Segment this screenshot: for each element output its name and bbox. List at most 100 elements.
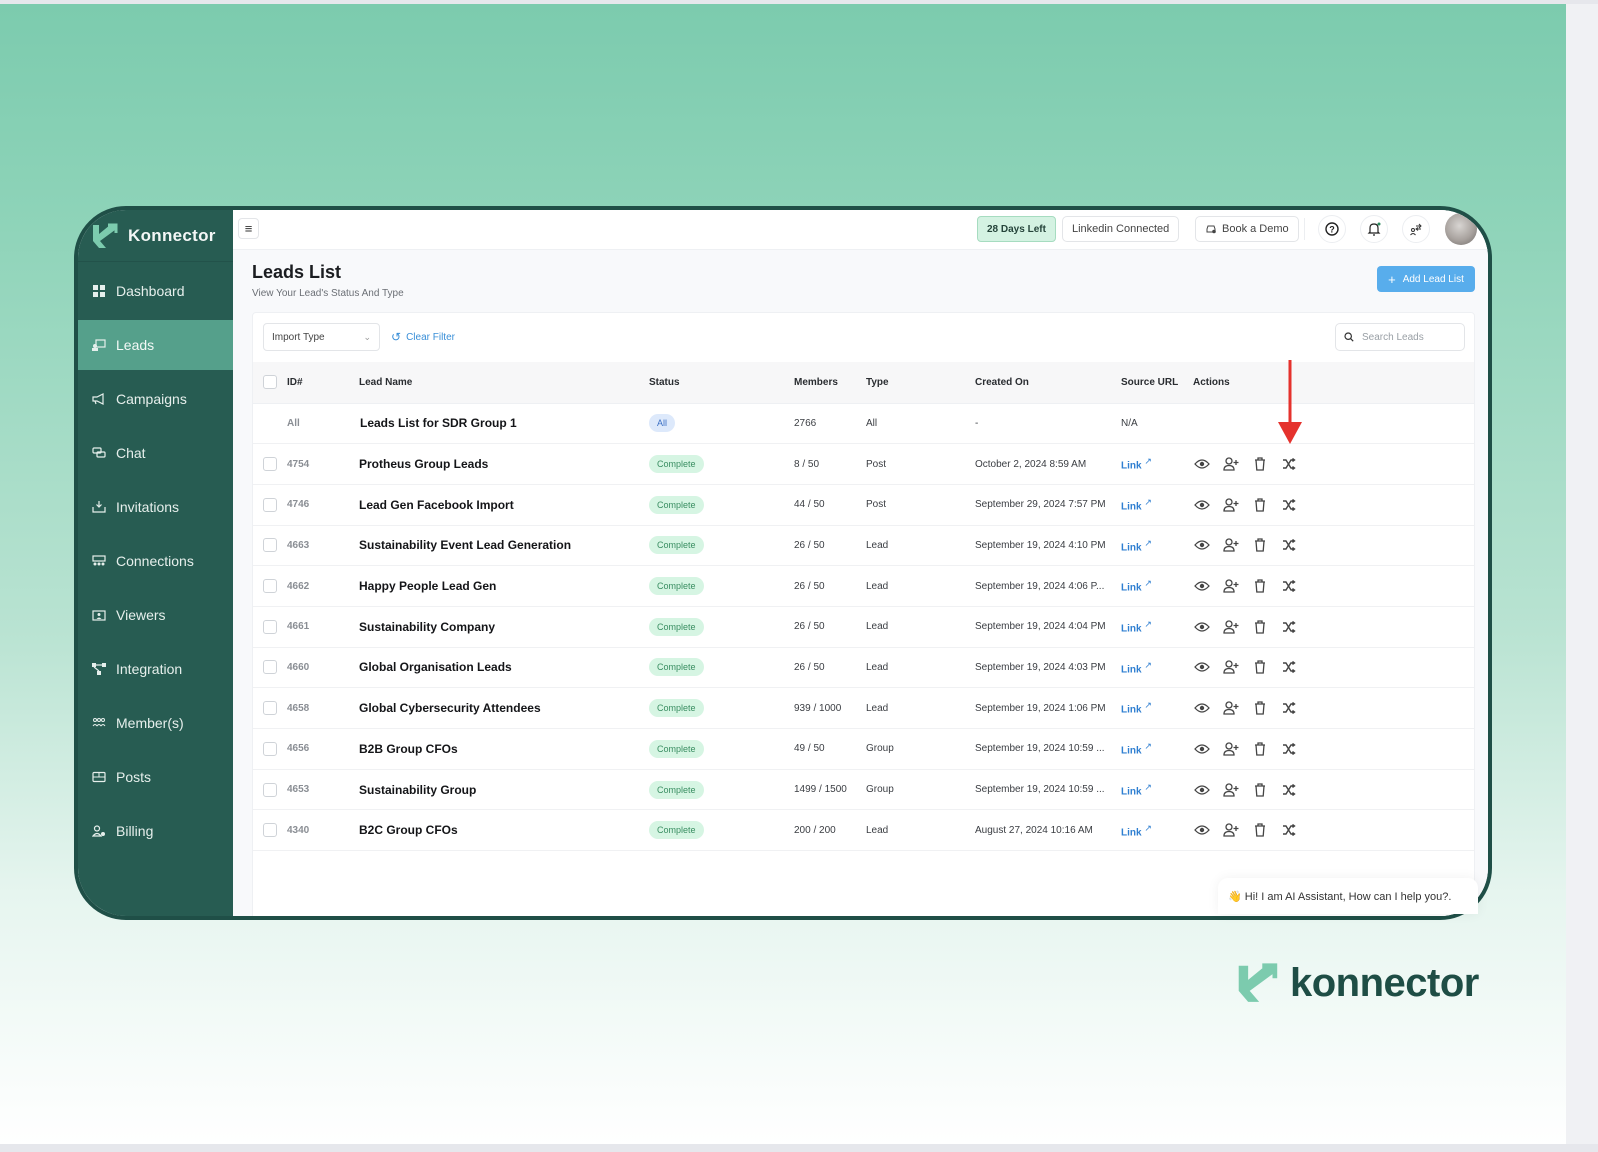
table-row[interactable]: 4754 Protheus Group Leads Complete 8 / 50 Po… [253,444,1474,485]
notifications-button[interactable] [1360,215,1388,243]
lead-name[interactable]: Sustainability Event Lead Generation [359,538,571,552]
source-link[interactable]: Link [1121,786,1142,797]
trash-icon[interactable] [1251,496,1268,513]
help-button[interactable]: ? [1318,215,1346,243]
shuffle-icon[interactable] [1280,618,1297,635]
search-leads-input[interactable] [1362,331,1454,343]
add-user-icon[interactable] [1222,618,1239,635]
source-link[interactable]: Link [1121,461,1142,472]
add-user-icon[interactable] [1222,578,1239,595]
table-row[interactable]: 4661 Sustainability Company Complete 26 / 5… [253,606,1474,648]
add-user-icon[interactable] [1222,496,1239,513]
shuffle-icon[interactable] [1280,537,1297,554]
header-created-on[interactable]: Created On [975,362,1121,404]
lead-name[interactable]: Sustainability Group [359,783,476,797]
shuffle-icon[interactable] [1280,659,1297,676]
table-row[interactable]: 4662 Happy People Lead Gen Complete 26 / 50… [253,566,1474,607]
row-checkbox[interactable] [263,741,277,756]
table-row[interactable]: 4653 Sustainability Group Complete 1499 / 1… [253,769,1474,810]
brand[interactable]: Konnector [78,210,233,262]
header-lead-name[interactable]: Lead Name [359,362,649,404]
view-icon[interactable] [1193,740,1210,757]
lead-name[interactable]: B2B Group CFOs [359,742,458,756]
source-link[interactable]: Link [1121,746,1142,757]
ai-assistant-chat-bubble[interactable]: 👋 Hi! I am AI Assistant, How can I help … [1218,878,1478,914]
add-lead-list-button[interactable]: + Add Lead List [1377,266,1475,292]
sidebar-item-campaigns[interactable]: Campaigns [78,374,233,424]
view-icon[interactable] [1193,456,1210,473]
view-icon[interactable] [1193,822,1210,839]
table-row[interactable]: 4340 B2C Group CFOs Complete 200 / 200 Lead A… [253,810,1474,851]
trash-icon[interactable] [1251,537,1268,554]
menu-toggle-button[interactable]: ≡ [238,218,259,239]
sidebar-item-leads[interactable]: Leads [78,320,233,370]
lead-name[interactable]: Global Cybersecurity Attendees [359,701,541,715]
sidebar-item-chat[interactable]: Chat [78,428,233,478]
row-checkbox[interactable] [263,619,277,634]
sidebar-item-members[interactable]: Member(s) [78,698,233,748]
row-checkbox[interactable] [263,782,277,797]
add-user-icon[interactable] [1222,740,1239,757]
row-checkbox[interactable] [263,701,277,716]
book-demo-button[interactable]: Book a Demo [1195,216,1299,242]
lead-name[interactable]: Lead Gen Facebook Import [359,498,514,512]
shuffle-icon[interactable] [1280,578,1297,595]
lead-name[interactable]: Sustainability Company [359,620,495,634]
source-link[interactable]: Link [1121,583,1142,594]
view-icon[interactable] [1193,659,1210,676]
user-avatar[interactable] [1445,213,1477,245]
view-icon[interactable] [1193,578,1210,595]
source-link[interactable]: Link [1121,705,1142,716]
sidebar-item-billing[interactable]: Billing [78,806,233,856]
trash-icon[interactable] [1251,578,1268,595]
trash-icon[interactable] [1251,822,1268,839]
source-link[interactable]: Link [1121,827,1142,838]
sidebar-item-integration[interactable]: Integration [78,644,233,694]
lead-name[interactable]: Global Organisation Leads [359,660,512,674]
header-type[interactable]: Type [866,362,975,404]
search-leads-field[interactable] [1335,323,1465,351]
select-all-checkbox[interactable] [263,375,277,390]
sidebar-item-posts[interactable]: Posts [78,752,233,802]
trash-icon[interactable] [1251,700,1268,717]
add-user-icon[interactable] [1222,456,1239,473]
add-user-icon[interactable] [1222,781,1239,798]
switch-account-button[interactable] [1402,215,1430,243]
view-icon[interactable] [1193,537,1210,554]
view-icon[interactable] [1193,781,1210,798]
trash-icon[interactable] [1251,618,1268,635]
lead-name[interactable]: Leads List for SDR Group 1 [359,416,517,430]
source-link[interactable]: Link [1121,664,1142,675]
shuffle-icon[interactable] [1280,700,1297,717]
table-row[interactable]: 4746 Lead Gen Facebook Import Complete 44 /… [253,484,1474,526]
linkedin-connected-button[interactable]: Linkedin Connected [1062,216,1180,242]
sidebar-item-invitations[interactable]: Invitations [78,482,233,532]
trash-icon[interactable] [1251,740,1268,757]
shuffle-icon[interactable] [1280,822,1297,839]
trash-icon[interactable] [1251,659,1268,676]
trash-icon[interactable] [1251,456,1268,473]
lead-name[interactable]: Happy People Lead Gen [359,579,496,593]
import-type-dropdown[interactable]: Import Type ⌄ [263,323,380,351]
row-checkbox[interactable] [263,538,277,553]
row-checkbox[interactable] [263,457,277,472]
table-row[interactable]: 4658 Global Cybersecurity Attendees Comple… [253,688,1474,729]
lead-name[interactable]: Protheus Group Leads [359,457,488,471]
clear-filter-button[interactable]: ↺ Clear Filter [391,330,455,344]
add-user-icon[interactable] [1222,537,1239,554]
row-checkbox[interactable] [263,497,277,512]
view-icon[interactable] [1193,496,1210,513]
shuffle-icon[interactable] [1280,781,1297,798]
sidebar-item-connections[interactable]: Connections [78,536,233,586]
source-link[interactable]: Link [1121,542,1142,553]
row-checkbox[interactable] [263,823,277,838]
header-id[interactable]: ID# [287,362,359,404]
table-row[interactable]: 4663 Sustainability Event Lead Generation… [253,525,1474,566]
source-link[interactable]: Link [1121,501,1142,512]
row-checkbox[interactable] [263,579,277,594]
shuffle-icon[interactable] [1280,740,1297,757]
view-icon[interactable] [1193,618,1210,635]
sidebar-item-viewers[interactable]: Viewers [78,590,233,640]
row-checkbox[interactable] [263,660,277,675]
add-user-icon[interactable] [1222,659,1239,676]
